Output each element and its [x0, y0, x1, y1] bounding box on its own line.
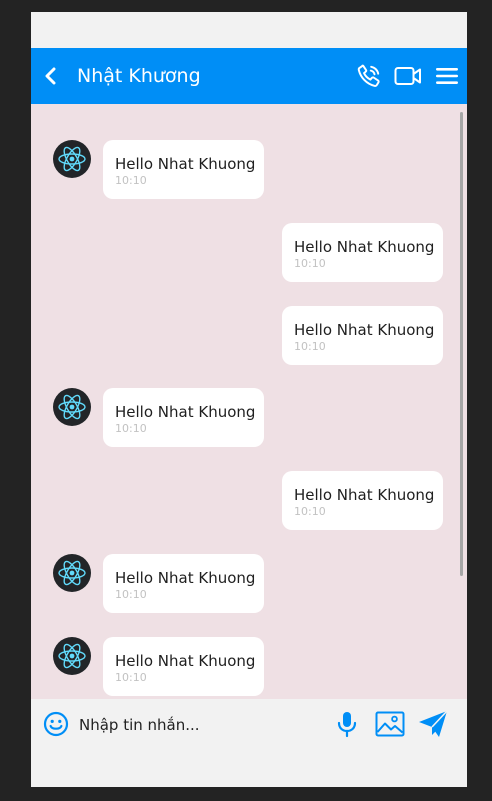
react-logo-icon [58, 643, 86, 669]
message-bubble[interactable]: Hello Nhat Khuong 10:10 [282, 223, 443, 282]
send-icon [419, 710, 448, 737]
message-time: 10:10 [115, 174, 147, 187]
message-list[interactable]: Hello Nhat Khuong 10:10 Hello Nhat Khuong 1… [31, 104, 467, 699]
message-time: 10:10 [115, 671, 147, 684]
avatar[interactable] [53, 554, 91, 592]
microphone-button[interactable] [334, 710, 360, 738]
message-text: Hello Nhat Khuong [115, 403, 256, 421]
avatar[interactable] [53, 637, 91, 675]
menu-button[interactable] [433, 62, 461, 90]
message-bubble[interactable]: Hello Nhat Khuong 10:10 [282, 306, 443, 365]
contact-name: Nhật Khương [77, 65, 201, 87]
react-logo-icon [58, 560, 86, 586]
message-text: Hello Nhat Khuong [115, 155, 256, 173]
message-bubble[interactable]: Hello Nhat Khuong 10:10 [282, 471, 443, 530]
received-message: Hello Nhat Khuong 10:10 [31, 140, 467, 200]
message-time: 10:10 [115, 422, 147, 435]
back-chevron-icon [45, 67, 56, 85]
message-bubble[interactable]: Hello Nhat Khuong 10:10 [103, 637, 264, 696]
message-time: 10:10 [294, 505, 326, 518]
sent-message: Hello Nhat Khuong 10:10 [31, 471, 467, 531]
phone-icon [357, 64, 380, 87]
received-message: Hello Nhat Khuong 10:10 [31, 554, 467, 614]
message-text: Hello Nhat Khuong [294, 238, 435, 256]
sent-message: Hello Nhat Khuong 10:10 [31, 306, 467, 366]
microphone-icon [337, 712, 357, 738]
video-camera-icon [394, 67, 421, 85]
message-time: 10:10 [294, 340, 326, 353]
chat-header: Nhật Khương [31, 48, 467, 104]
menu-icon [436, 68, 458, 84]
composer-bar [31, 699, 467, 787]
sent-message: Hello Nhat Khuong 10:10 [31, 223, 467, 283]
emoji-icon [43, 711, 69, 737]
message-text: Hello Nhat Khuong [294, 486, 435, 504]
received-message: Hello Nhat Khuong 10:10 [31, 388, 467, 448]
message-input[interactable] [79, 714, 319, 736]
message-bubble[interactable]: Hello Nhat Khuong 10:10 [103, 388, 264, 447]
message-text: Hello Nhat Khuong [115, 652, 256, 670]
status-area [31, 12, 467, 48]
react-logo-icon [58, 146, 86, 172]
call-button[interactable] [355, 62, 383, 90]
avatar[interactable] [53, 388, 91, 426]
back-button[interactable] [39, 64, 63, 88]
video-call-button[interactable] [393, 62, 423, 90]
emoji-button[interactable] [43, 711, 69, 737]
chat-screen: Nhật Khương Hello Nhat Khuong 10:10 Hello [31, 12, 467, 787]
message-text: Hello Nhat Khuong [294, 321, 435, 339]
message-time: 10:10 [115, 588, 147, 601]
react-logo-icon [58, 394, 86, 420]
image-icon [375, 711, 405, 737]
message-time: 10:10 [294, 257, 326, 270]
received-message: Hello Nhat Khuong 10:10 [31, 637, 467, 697]
message-bubble[interactable]: Hello Nhat Khuong 10:10 [103, 140, 264, 199]
message-text: Hello Nhat Khuong [115, 569, 256, 587]
message-bubble[interactable]: Hello Nhat Khuong 10:10 [103, 554, 264, 613]
send-button[interactable] [417, 709, 449, 739]
image-button[interactable] [375, 710, 405, 738]
avatar[interactable] [53, 140, 91, 178]
